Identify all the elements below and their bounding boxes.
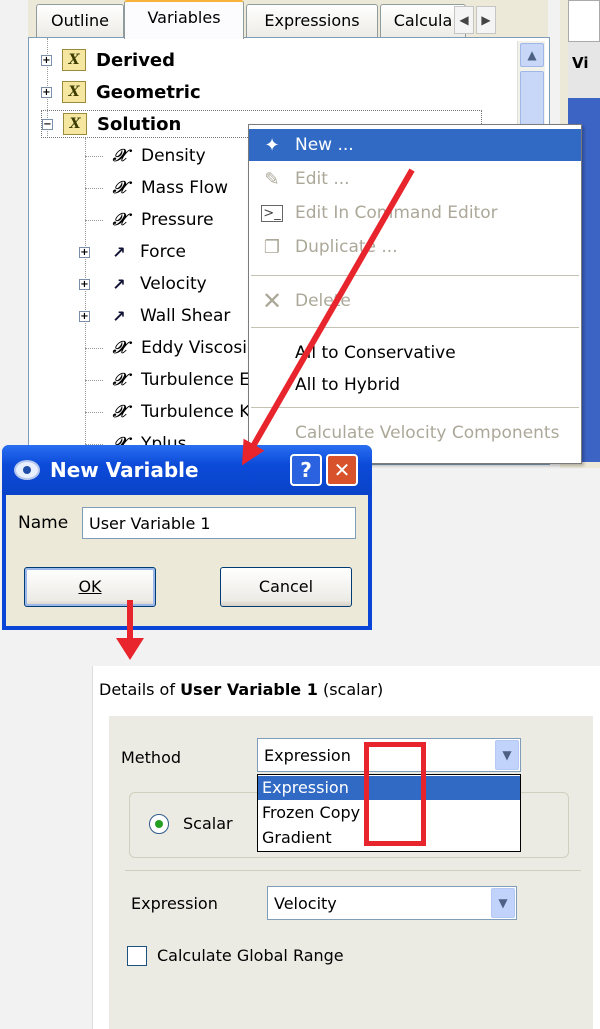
tab-variables[interactable]: Variables bbox=[124, 0, 244, 39]
annotation-arrows bbox=[116, 168, 415, 660]
arrow-to-dialog bbox=[242, 168, 415, 466]
arrow-head bbox=[116, 638, 144, 660]
